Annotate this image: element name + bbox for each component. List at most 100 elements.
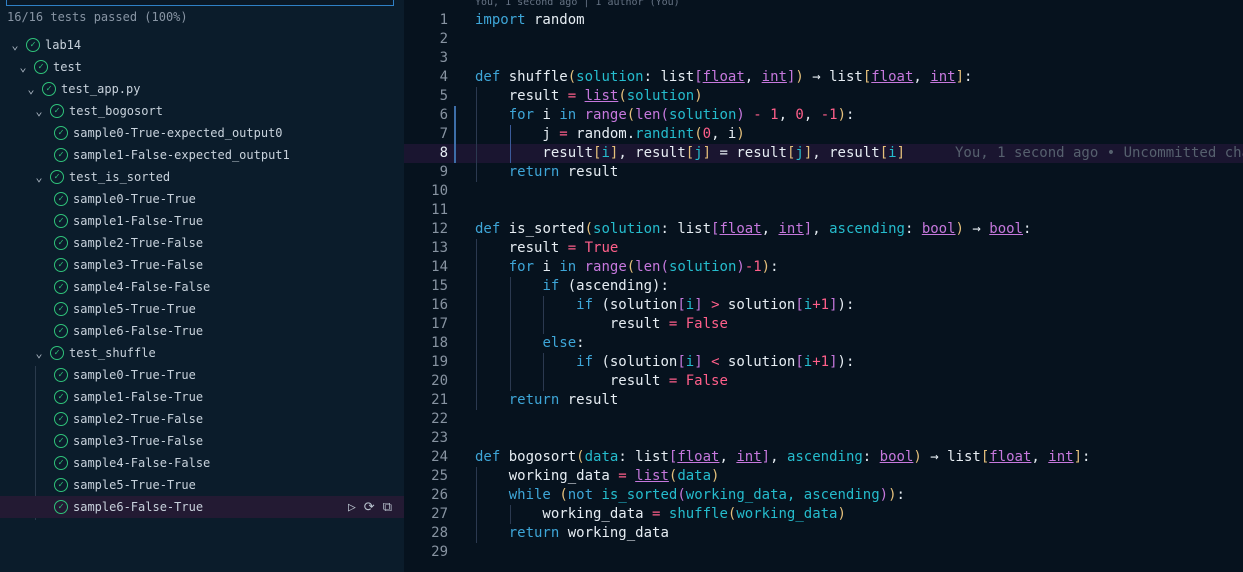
code-line[interactable]: 17 result = False [404,315,1243,334]
test-group-row[interactable]: ⌄ ✓ test_is_sorted [0,166,404,188]
code-line[interactable]: 8 result[i], result[j] = result[j], resu… [404,144,1243,163]
line-number: 20 [431,373,448,389]
test-case-row[interactable]: ✓ sample2-True-False [0,408,404,430]
test-case-row[interactable]: ✓ sample4-False-False [0,452,404,474]
code-line[interactable]: 25 working_data = list(data) [404,467,1243,486]
code-line[interactable]: 27 working_data = shuffle(working_data) [404,505,1243,524]
debug-test-icon[interactable]: ⟳ [364,500,375,515]
chevron-down-icon[interactable]: ⌄ [32,104,46,118]
test-case-row[interactable]: ✓ sample6-False-True [0,320,404,342]
test-group-row[interactable]: ⌄ ✓ test_app.py [0,78,404,100]
test-label: sample4-False-False [73,280,211,294]
git-modified-indicator[interactable] [454,106,456,163]
code-text[interactable]: return working_data [475,524,669,543]
code-line[interactable]: 13 result = True [404,239,1243,258]
code-line[interactable]: 18 else: [404,334,1243,353]
code-text[interactable]: def is_sorted(solution: list[float, int]… [475,220,1031,239]
git-codelens[interactable]: You, 1 second ago | 1 author (You) [475,0,680,8]
code-line[interactable]: 15 if (ascending): [404,277,1243,296]
passed-check-icon: ✓ [54,390,68,404]
passed-check-icon: ✓ [54,126,68,140]
code-line[interactable]: 28 return working_data [404,524,1243,543]
code-line[interactable]: 12 def is_sorted(solution: list[float, in… [404,220,1243,239]
test-group-row[interactable]: ⌄ ✓ test [0,56,404,78]
code-line[interactable]: 20 result = False [404,372,1243,391]
indent-guide [476,239,477,410]
test-filter-input[interactable] [6,0,394,6]
code-text[interactable]: result = False [475,372,728,391]
indent-guide [509,277,511,391]
test-case-row[interactable]: ✓ sample3-True-False [0,430,404,452]
code-line[interactable]: 7 j = random.randint(0, i) [404,125,1243,144]
code-line[interactable]: 5 result = list(solution) [404,87,1243,106]
code-text[interactable]: if (ascending): [475,277,668,296]
code-text[interactable]: if (solution[i] > solution[i+1]): [475,296,854,315]
inline-blame: You, 1 second ago • Uncommitted changes [955,145,1243,161]
code-line[interactable]: 23 [404,429,1243,448]
code-text[interactable]: result = False [475,315,728,334]
test-label: sample3-True-False [73,258,204,272]
code-line[interactable]: 14 for i in range(len(solution)-1): [404,258,1243,277]
go-to-test-icon[interactable]: ⧉ [383,500,392,515]
code-text[interactable]: if (solution[i] < solution[i+1]): [475,353,854,372]
chevron-down-icon[interactable]: ⌄ [16,60,30,74]
code-text[interactable]: else: [475,334,584,353]
test-case-row[interactable]: ✓ sample1-False-True [0,210,404,232]
code-line[interactable]: 4 def shuffle(solution: list[float, int])… [404,68,1243,87]
code-line[interactable]: 19 if (solution[i] < solution[i+1]): [404,353,1243,372]
test-case-row[interactable]: ✓ sample5-True-True [0,298,404,320]
chevron-down-icon[interactable]: ⌄ [32,170,46,184]
code-text[interactable]: for i in range(len(solution) - 1, 0, -1)… [475,106,855,125]
code-text[interactable]: result[i], result[j] = result[j], result… [475,144,1243,163]
test-case-row[interactable]: ✓ sample0-True-expected_output0 [0,122,404,144]
code-line[interactable]: 26 while (not is_sorted(working_data, as… [404,486,1243,505]
chevron-down-icon[interactable]: ⌄ [32,346,46,360]
code-text[interactable]: working_data = shuffle(working_data) [475,505,846,524]
code-text[interactable]: def bogosort(data: list[float, int], asc… [475,448,1090,467]
code-line[interactable]: 21 return result [404,391,1243,410]
code-text[interactable]: j = random.randint(0, i) [475,125,744,144]
test-case-row[interactable]: ✓ sample4-False-False [0,276,404,298]
test-case-row[interactable]: ✓ sample0-True-True [0,364,404,386]
code-text[interactable]: result = list(solution) [475,87,703,106]
code-text[interactable]: import random [475,11,585,30]
passed-check-icon: ✓ [34,60,48,74]
test-group-row[interactable]: ⌄ ✓ test_shuffle [0,342,404,364]
code-text[interactable]: while (not is_sorted(working_data, ascen… [475,486,905,505]
code-text[interactable]: return result [475,391,619,410]
code-line[interactable]: 24 def bogosort(data: list[float, int], a… [404,448,1243,467]
indent-guide [476,87,477,182]
code-line[interactable]: 1 import random [404,11,1243,30]
test-group-row[interactable]: ⌄ ✓ lab14 [0,34,404,56]
code-text[interactable]: for i in range(len(solution)-1): [475,258,779,277]
code-line[interactable]: 2 [404,30,1243,49]
test-case-row[interactable]: ✓ sample0-True-True [0,188,404,210]
test-case-row[interactable]: ✓ sample1-False-expected_output1 [0,144,404,166]
code-line[interactable]: 9 return result [404,163,1243,182]
code-line[interactable]: 16 if (solution[i] > solution[i+1]): [404,296,1243,315]
code-text[interactable]: def shuffle(solution: list[float, int]) … [475,68,972,87]
test-case-row[interactable]: ✓ sample5-True-True [0,474,404,496]
code-text[interactable]: return result [475,163,619,182]
test-label: sample6-False-True [73,500,204,514]
test-group-row[interactable]: ⌄ ✓ test_bogosort [0,100,404,122]
code-line[interactable]: 3 [404,49,1243,68]
test-case-row[interactable]: ✓ sample2-True-False [0,232,404,254]
chevron-down-icon[interactable]: ⌄ [8,38,22,52]
code-line[interactable]: 22 [404,410,1243,429]
passed-check-icon: ✓ [50,170,64,184]
test-label: sample0-True-True [73,192,196,206]
test-case-row[interactable]: ✓ sample1-False-True [0,386,404,408]
code-text[interactable]: result = True [475,239,619,258]
test-label: sample1-False-expected_output1 [73,148,290,162]
code-line[interactable]: 10 [404,182,1243,201]
code-editor[interactable]: You, 1 second ago | 1 author (You) 1 impo… [404,0,1243,572]
test-case-row[interactable]: ✓ sample6-False-True ▷ ⟳ ⧉ [0,496,404,518]
run-test-icon[interactable]: ▷ [348,500,356,515]
code-line[interactable]: 29 [404,543,1243,562]
chevron-down-icon[interactable]: ⌄ [24,82,38,96]
code-line[interactable]: 6 for i in range(len(solution) - 1, 0, -… [404,106,1243,125]
code-line[interactable]: 11 [404,201,1243,220]
test-case-row[interactable]: ✓ sample3-True-False [0,254,404,276]
code-text[interactable]: working_data = list(data) [475,467,720,486]
